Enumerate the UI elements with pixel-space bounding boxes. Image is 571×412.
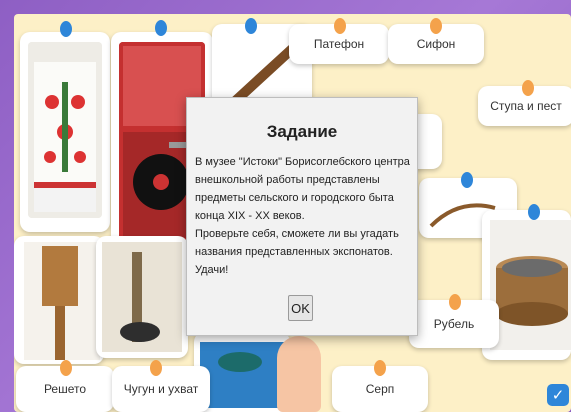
- pin-middle-top: [245, 18, 257, 34]
- label-chugun: Чугун и ухват: [123, 382, 199, 396]
- dialog-paragraph-2: Проверьте себя, сможете ли вы угадать на…: [195, 228, 399, 276]
- pin-patefon: [334, 18, 346, 34]
- dialog-paragraph-1: В музее "Истоки" Борисоглебского центра …: [195, 156, 410, 222]
- label-card-chugun[interactable]: Чугун и ухват: [112, 366, 210, 412]
- label-stupa: Ступа и пест: [490, 99, 562, 113]
- label-serp: Серп: [365, 382, 395, 396]
- wooden-tool-image: [24, 242, 100, 360]
- label-reshto: Решето: [43, 382, 87, 396]
- label-patefon: Патефон: [313, 37, 365, 51]
- label-rubel: Рубель: [433, 317, 475, 331]
- pin-sifon: [430, 18, 442, 34]
- pot-image: [102, 242, 182, 352]
- pin-rubel: [449, 294, 461, 310]
- pin-stupa: [522, 80, 534, 96]
- dialog-title: Задание: [266, 122, 338, 141]
- pin-reshto: [60, 360, 72, 376]
- dialog-body: В музее "Истоки" Борисоглебского центра …: [195, 153, 411, 279]
- label-sifon: Сифон: [416, 37, 456, 51]
- pin-towel: [60, 21, 72, 37]
- photo-card-towel[interactable]: [20, 32, 110, 232]
- hand-pointer-icon: [277, 336, 321, 412]
- pin-sieve: [528, 204, 540, 220]
- pin-gramophone: [155, 20, 167, 36]
- pin-serp: [374, 360, 386, 376]
- towel-image: [28, 42, 102, 218]
- pin-chugun: [150, 360, 162, 376]
- pin-stick: [461, 172, 473, 188]
- photo-card-pot[interactable]: [96, 236, 188, 358]
- photo-card-wooden-tool[interactable]: [14, 236, 104, 364]
- check-icon[interactable]: ✓: [547, 384, 569, 406]
- ok-button[interactable]: OK: [288, 295, 313, 321]
